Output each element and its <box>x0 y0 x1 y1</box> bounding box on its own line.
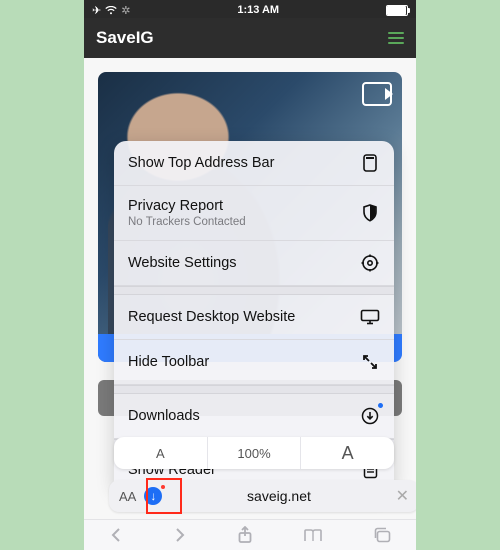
menu-label: Hide Toolbar <box>128 354 209 370</box>
bookmarks-icon[interactable] <box>303 528 323 543</box>
zoom-level-label[interactable]: 100% <box>208 437 302 469</box>
menu-label: Website Settings <box>128 255 237 271</box>
menu-sublabel: No Trackers Contacted <box>128 216 246 228</box>
shield-half-icon <box>360 203 380 223</box>
desktop-icon <box>360 307 380 327</box>
menu-hide-toolbar[interactable]: Hide Toolbar <box>114 340 394 385</box>
menu-show-top-address-bar[interactable]: Show Top Address Bar <box>114 141 394 186</box>
gear-icon <box>360 253 380 273</box>
video-camera-icon <box>362 82 392 106</box>
clear-icon[interactable]: ✕ <box>396 486 409 506</box>
menu-label: Downloads <box>128 408 200 424</box>
wifi-icon <box>105 6 117 15</box>
share-icon[interactable] <box>237 526 253 544</box>
menu-request-desktop[interactable]: Request Desktop Website <box>114 295 394 340</box>
battery-icon <box>386 5 408 16</box>
menu-separator <box>114 385 394 394</box>
site-header: SaveIG <box>84 18 416 58</box>
airplane-icon: ✈ <box>92 4 101 17</box>
menu-label: Show Top Address Bar <box>128 155 274 171</box>
text-larger-button[interactable]: A <box>301 437 394 469</box>
forward-icon[interactable] <box>173 527 187 543</box>
url-host: saveig.net <box>170 488 387 504</box>
site-brand: SaveIG <box>96 28 154 48</box>
loading-icon: ✲ <box>121 4 130 17</box>
phone-frame: ✈ ✲ 1:13 AM SaveIG Show Top Address Bar <box>84 0 416 550</box>
phone-top-icon <box>360 153 380 173</box>
clock-time: 1:13 AM <box>237 4 279 16</box>
text-smaller-button[interactable]: A <box>114 437 208 469</box>
download-circle-icon <box>360 406 380 426</box>
menu-downloads[interactable]: Downloads <box>114 394 394 439</box>
back-icon[interactable] <box>109 527 123 543</box>
aa-menu-button[interactable]: AA <box>119 489 136 504</box>
menu-label: Request Desktop Website <box>128 309 295 325</box>
menu-privacy-report[interactable]: Privacy Report No Trackers Contacted <box>114 186 394 241</box>
status-bar: ✈ ✲ 1:13 AM <box>84 0 416 18</box>
expand-arrows-icon <box>360 352 380 372</box>
text-size-control: A 100% A <box>114 437 394 469</box>
annotation-highlight <box>146 478 182 514</box>
hamburger-icon[interactable] <box>388 32 404 44</box>
menu-website-settings[interactable]: Website Settings <box>114 241 394 286</box>
tabs-icon[interactable] <box>373 527 391 543</box>
menu-label: Privacy Report <box>128 198 223 214</box>
menu-separator <box>114 286 394 295</box>
browser-toolbar <box>84 519 416 550</box>
